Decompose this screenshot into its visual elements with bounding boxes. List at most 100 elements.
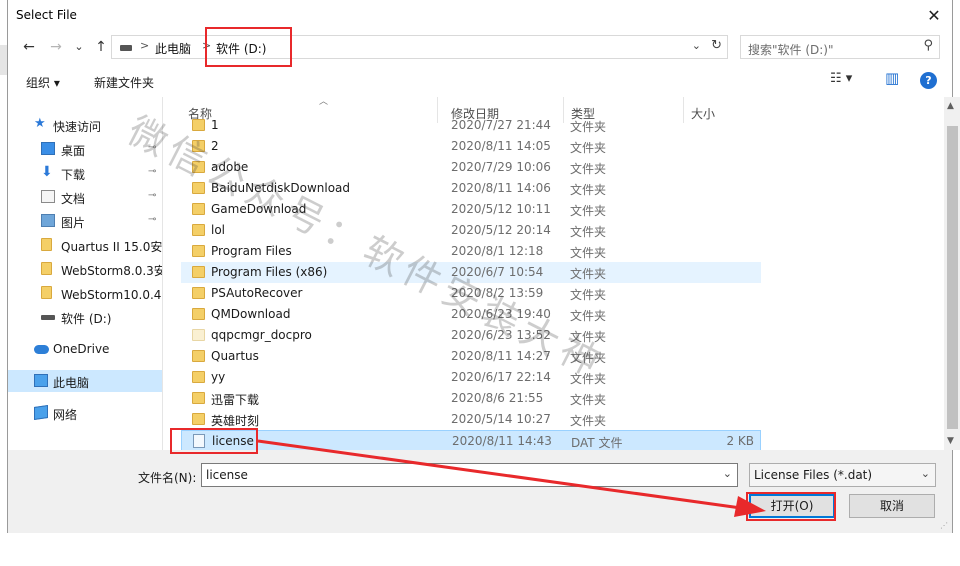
folder-icon [192, 161, 205, 173]
file-type: 文件夹 [570, 414, 607, 428]
forward-arrow-icon[interactable]: → [47, 38, 65, 56]
scrollbar-thumb[interactable] [947, 126, 958, 429]
folder-icon [192, 371, 205, 383]
nav-item-downloads[interactable]: ⬇ 下载 ⊸ [8, 162, 162, 184]
new-folder-button[interactable]: 新建文件夹 [94, 74, 154, 91]
nav-item-label: WebStorm8.0.3安 [61, 264, 163, 278]
refresh-icon[interactable]: ↻ [711, 38, 722, 53]
file-row[interactable]: yy 2020/6/17 22:14 文件夹 [181, 367, 761, 388]
resize-grip-icon[interactable]: ⋰ [940, 521, 948, 530]
nav-item-quick-access[interactable]: ★ 快速访问 [8, 114, 162, 136]
nav-item-pictures[interactable]: 图片 ⊸ [8, 210, 162, 232]
toolbar: 组织 ▾ 新建文件夹 ☷ ▾ ▥ ? [8, 66, 952, 96]
nav-item-label: 软件 (D:) [61, 312, 112, 326]
folder-icon [41, 262, 52, 275]
file-row[interactable]: 英雄时刻 2020/5/14 10:27 文件夹 [181, 409, 761, 430]
breadcrumb-this-pc[interactable]: 此电脑 [155, 40, 191, 57]
file-row[interactable]: PSAutoRecover 2020/8/2 13:59 文件夹 [181, 283, 761, 304]
nav-item-drive-d[interactable]: 软件 (D:) [8, 306, 162, 328]
file-type: DAT 文件 [571, 436, 623, 450]
nav-item-network[interactable]: 网络 [8, 402, 162, 424]
file-name: yy [211, 370, 226, 384]
file-type-dropdown-icon[interactable]: ⌄ [921, 467, 930, 480]
file-row[interactable]: license 2020/8/11 14:43 DAT 文件 2 KB [181, 430, 761, 450]
nav-item-label: 下载 [61, 168, 86, 182]
file-row[interactable]: QMDownload 2020/6/23 19:40 文件夹 [181, 304, 761, 325]
view-options-icon[interactable]: ☷ ▾ [830, 71, 852, 86]
folder-icon [192, 119, 205, 131]
nav-item-documents[interactable]: 文档 ⊸ [8, 186, 162, 208]
file-row[interactable]: 1 2020/7/27 21:44 文件夹 [181, 115, 761, 136]
file-row[interactable]: Program Files 2020/8/1 12:18 文件夹 [181, 241, 761, 262]
file-modified-date: 2020/8/6 21:55 [451, 391, 544, 405]
file-row[interactable]: Quartus 2020/8/11 14:27 文件夹 [181, 346, 761, 367]
computer-icon [34, 374, 48, 387]
file-modified-date: 2020/8/2 13:59 [451, 286, 544, 300]
filename-input[interactable]: license ⌄ [201, 463, 738, 487]
recent-locations-chevron-icon[interactable]: ⌄ [70, 38, 88, 56]
organize-menu-button[interactable]: 组织 ▾ [26, 74, 60, 91]
nav-item-label: WebStorm10.0.4安 [61, 288, 163, 302]
file-row[interactable]: BaiduNetdiskDownload 2020/8/11 14:06 文件夹 [181, 178, 761, 199]
file-row[interactable]: 2 2020/8/11 14:05 文件夹 [181, 136, 761, 157]
file-type: 文件夹 [570, 225, 607, 239]
search-input[interactable]: 搜索"软件 (D:)" ⚲ [740, 35, 940, 59]
folder-icon [41, 286, 52, 299]
file-type: 文件夹 [570, 393, 607, 407]
folder-icon [192, 308, 205, 320]
file-name: Quartus [211, 349, 259, 363]
cancel-button[interactable]: 取消 [849, 494, 935, 518]
scroll-down-icon[interactable]: ▼ [947, 436, 954, 446]
file-modified-date: 2020/6/23 19:40 [451, 307, 551, 321]
file-modified-date: 2020/7/27 21:44 [451, 118, 551, 132]
help-icon[interactable]: ? [920, 72, 937, 89]
file-name: qqpcmgr_docpro [211, 328, 312, 342]
folder-icon [192, 182, 205, 194]
close-icon[interactable]: ✕ [924, 6, 944, 26]
preview-pane-icon[interactable]: ▥ [885, 69, 899, 87]
nav-item-desktop[interactable]: 桌面 ⊸ [8, 138, 162, 160]
cloud-icon [34, 345, 49, 354]
file-name: QMDownload [211, 307, 291, 321]
file-row[interactable]: GameDownload 2020/5/12 10:11 文件夹 [181, 199, 761, 220]
folder-icon [192, 413, 205, 425]
star-icon: ★ [34, 116, 46, 131]
back-arrow-icon[interactable]: ← [20, 38, 38, 56]
scroll-up-icon[interactable]: ▲ [947, 101, 954, 111]
nav-item-quartus-folder[interactable]: Quartus II 15.0安装 [8, 234, 162, 256]
address-row: ← → ⌄ ↑ > 此电脑 > 软件 (D:) ⌄ ↻ 搜索"软件 (D:)" … [8, 35, 952, 61]
dat-file-icon [193, 434, 205, 448]
pin-icon: ⊸ [148, 190, 157, 201]
file-type-select[interactable]: License Files (*.dat) ⌄ [749, 463, 936, 487]
address-dropdown-icon[interactable]: ⌄ [692, 39, 701, 52]
filename-label: 文件名(N): [138, 471, 197, 485]
up-arrow-icon[interactable]: ↑ [92, 38, 110, 56]
breadcrumb-separator: > [202, 39, 212, 52]
file-row[interactable]: Program Files (x86) 2020/6/7 10:54 文件夹 [181, 262, 761, 283]
file-type: 文件夹 [570, 288, 607, 302]
breadcrumb-drive-d[interactable]: 软件 (D:) [216, 40, 266, 57]
search-icon[interactable]: ⚲ [923, 38, 933, 53]
nav-item-webstorm8-folder[interactable]: WebStorm8.0.3安 [8, 258, 163, 280]
vertical-scrollbar[interactable]: ▲ ▼ [944, 97, 960, 450]
folder-icon [192, 245, 205, 257]
file-type: 文件夹 [570, 141, 607, 155]
pin-icon: ⊸ [148, 214, 157, 225]
dialog-title: Select File [16, 8, 77, 22]
file-type: 文件夹 [570, 267, 607, 281]
file-name: GameDownload [211, 202, 307, 216]
file-row[interactable]: adobe 2020/7/29 10:06 文件夹 [181, 157, 761, 178]
open-button[interactable]: 打开(O) [749, 494, 835, 518]
file-row[interactable]: lol 2020/5/12 20:14 文件夹 [181, 220, 761, 241]
folder-icon [192, 266, 205, 278]
file-row[interactable]: qqpcmgr_docpro 2020/6/23 13:52 文件夹 [181, 325, 761, 346]
nav-item-onedrive[interactable]: OneDrive [8, 338, 162, 360]
file-modified-date: 2020/5/12 10:11 [451, 202, 551, 216]
nav-item-webstorm10-folder[interactable]: WebStorm10.0.4安 [8, 282, 163, 304]
nav-item-this-pc[interactable]: 此电脑 [8, 370, 162, 392]
folder-icon [192, 140, 205, 152]
filename-dropdown-icon[interactable]: ⌄ [723, 467, 732, 480]
file-row[interactable]: 迅雷下载 2020/8/6 21:55 文件夹 [181, 388, 761, 409]
address-bar[interactable]: > 此电脑 > 软件 (D:) ⌄ ↻ [111, 35, 728, 59]
file-modified-date: 2020/8/11 14:27 [451, 349, 551, 363]
